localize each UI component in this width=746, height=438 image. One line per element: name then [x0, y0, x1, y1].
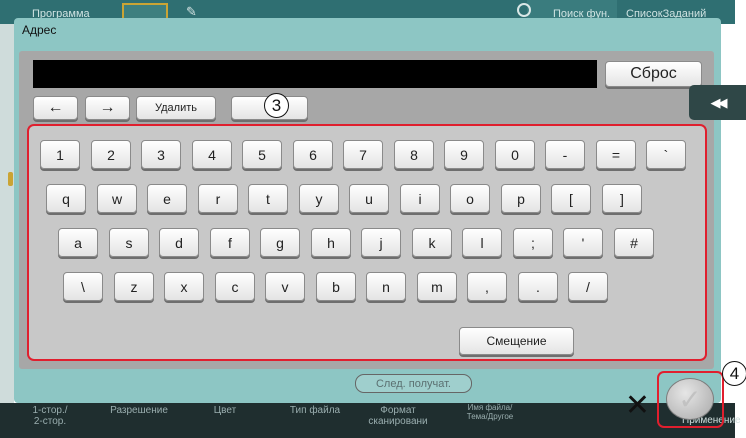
key[interactable]: , [467, 272, 507, 301]
key[interactable]: j [361, 228, 401, 257]
key[interactable]: y [299, 184, 339, 213]
key[interactable]: w [97, 184, 137, 213]
key[interactable]: b [316, 272, 356, 301]
ok-button[interactable]: ✓ [666, 378, 714, 420]
key[interactable]: \ [63, 272, 103, 301]
bg-tab-scan-size: Формат сканировани [368, 405, 428, 427]
checkmark-icon: ✓ [678, 383, 702, 415]
cursor-left-button[interactable]: ← [33, 96, 78, 120]
key[interactable]: q [46, 184, 86, 213]
double-chevron-left-icon: ◀◀ [710, 94, 728, 110]
key[interactable]: ' [563, 228, 603, 257]
key[interactable]: x [164, 272, 204, 301]
bg-search-icon [517, 3, 531, 17]
close-icon: ✕ [624, 388, 651, 422]
address-input[interactable] [33, 60, 597, 88]
key[interactable]: ] [602, 184, 642, 213]
key[interactable]: r [198, 184, 238, 213]
arrow-left-icon: ← [47, 99, 64, 116]
reset-button[interactable]: Сброс [605, 61, 702, 87]
key[interactable]: 9 [444, 140, 484, 169]
key[interactable]: - [545, 140, 585, 169]
bg-tab-file-type: Тип файла [289, 405, 341, 416]
key[interactable]: ` [646, 140, 686, 169]
key[interactable]: s [109, 228, 149, 257]
key[interactable]: # [614, 228, 654, 257]
key[interactable]: 6 [293, 140, 333, 169]
key[interactable]: f [210, 228, 250, 257]
key[interactable]: o [450, 184, 490, 213]
bg-tab-color: Цвет [213, 405, 237, 416]
key[interactable]: t [248, 184, 288, 213]
bg-tab-resolution: Разрешение [110, 405, 168, 416]
shift-button[interactable]: Смещение [459, 327, 574, 355]
key[interactable]: m [417, 272, 457, 301]
key[interactable]: c [215, 272, 255, 301]
key[interactable]: [ [551, 184, 591, 213]
cancel-button[interactable]: ✕ [621, 385, 654, 425]
key[interactable]: z [114, 272, 154, 301]
key[interactable]: 0 [495, 140, 535, 169]
callout-step-3: 3 [264, 93, 289, 118]
key[interactable]: e [147, 184, 187, 213]
key[interactable]: a [58, 228, 98, 257]
key[interactable]: g [260, 228, 300, 257]
callout-step-4: 4 [722, 361, 746, 386]
bg-tab-duplex: 1-стор./ 2-стор. [32, 405, 68, 427]
collapse-panel-button[interactable]: ◀◀ [689, 85, 746, 120]
key[interactable]: v [265, 272, 305, 301]
key[interactable]: 4 [192, 140, 232, 169]
bg-indicator [8, 172, 13, 186]
key[interactable]: . [518, 272, 558, 301]
key[interactable]: = [596, 140, 636, 169]
key[interactable]: / [568, 272, 608, 301]
arrow-right-icon: → [99, 99, 116, 116]
key[interactable]: 5 [242, 140, 282, 169]
key[interactable]: u [349, 184, 389, 213]
cursor-right-button[interactable]: → [85, 96, 130, 120]
reset-label: Сброс [630, 65, 677, 82]
key[interactable]: n [366, 272, 406, 301]
key[interactable]: ; [513, 228, 553, 257]
key[interactable]: 3 [141, 140, 181, 169]
key[interactable]: l [462, 228, 502, 257]
background-left-strip [0, 24, 14, 404]
key[interactable]: 1 [40, 140, 80, 169]
dialog-title: Адрес [22, 23, 57, 37]
key[interactable]: h [311, 228, 351, 257]
key[interactable]: 8 [394, 140, 434, 169]
key[interactable]: k [412, 228, 452, 257]
key[interactable]: p [501, 184, 541, 213]
key[interactable]: i [400, 184, 440, 213]
delete-label: Удалить [155, 102, 197, 114]
shift-label: Смещение [486, 334, 547, 348]
bg-tab-file-name: Имя файла/ Тема/Другое [466, 403, 514, 421]
next-recipient-label: След. получат. [375, 377, 451, 390]
delete-button[interactable]: Удалить [136, 96, 216, 120]
next-recipient-button[interactable]: След. получат. [355, 374, 472, 393]
key[interactable]: d [159, 228, 199, 257]
key[interactable]: 7 [343, 140, 383, 169]
key[interactable]: 2 [91, 140, 131, 169]
